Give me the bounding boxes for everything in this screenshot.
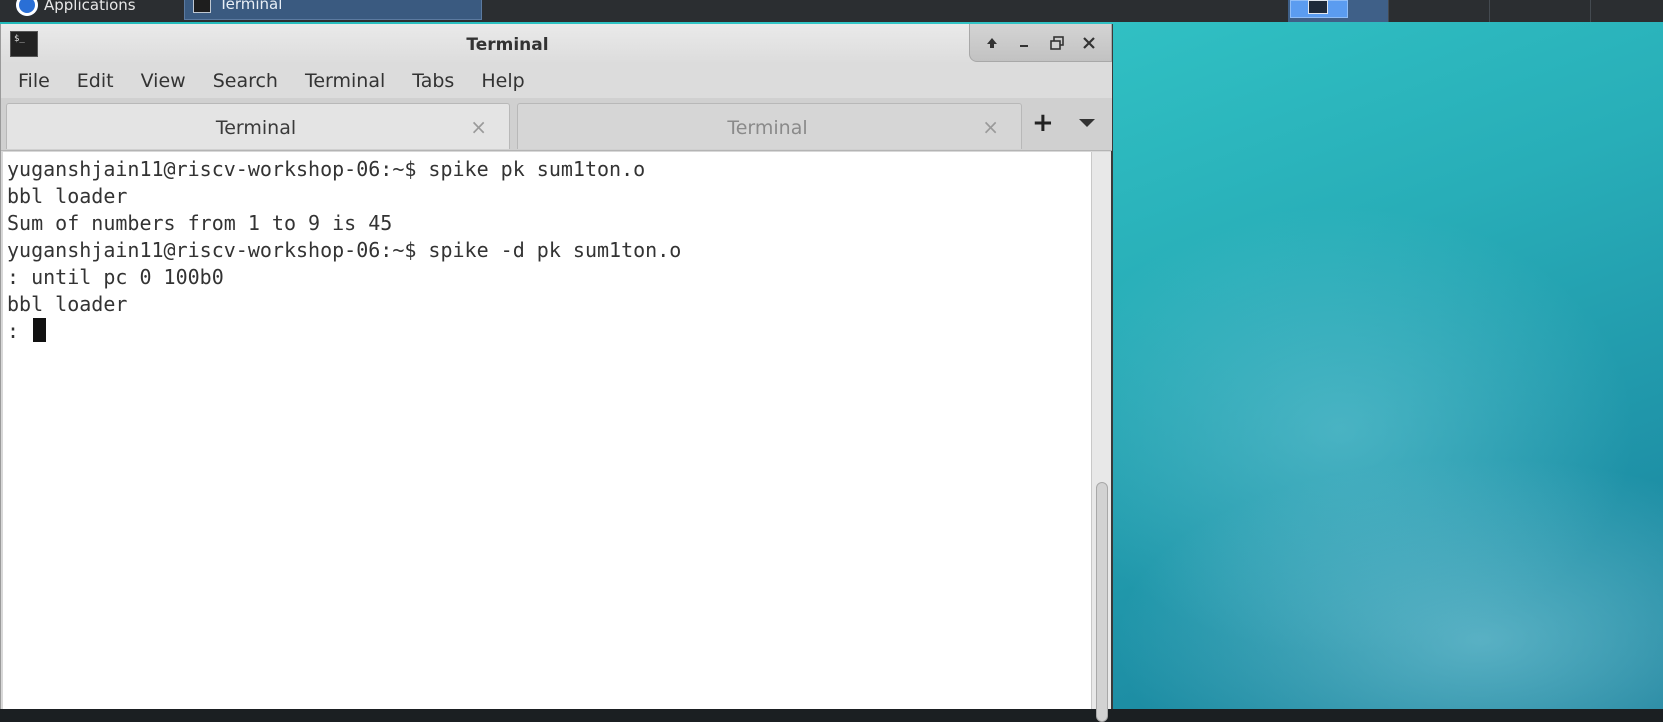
terminal-line: yuganshjain11@riscv-workshop-06:~$ spike… xyxy=(7,157,646,181)
window-title: Terminal xyxy=(466,35,549,55)
menu-file[interactable]: File xyxy=(1,70,63,92)
terminal-prompt: : xyxy=(7,319,32,343)
terminal-line: : until pc 0 100b0 xyxy=(7,265,224,289)
menubar: File Edit View Search Terminal Tabs Help xyxy=(1,64,1112,98)
tab-label: Terminal xyxy=(727,117,808,139)
close-icon[interactable] xyxy=(1077,31,1101,55)
menu-help[interactable]: Help xyxy=(467,70,537,92)
menu-view[interactable]: View xyxy=(127,70,199,92)
taskbar-terminal-label: Terminal xyxy=(219,0,283,13)
applications-label: Applications xyxy=(44,0,136,14)
maximize-icon[interactable] xyxy=(1045,31,1069,55)
terminal-scrollbar[interactable] xyxy=(1091,152,1111,722)
workspace-window-icon xyxy=(1308,0,1328,14)
terminal-window: $_ Terminal File Edit View Search Termin… xyxy=(0,24,1113,722)
window-titlebar[interactable]: $_ Terminal xyxy=(1,24,1112,64)
top-panel: Applications Terminal xyxy=(0,0,1663,22)
applications-logo-icon xyxy=(16,0,38,16)
new-tab-plus-icon[interactable]: + xyxy=(1032,110,1054,136)
terminal-line: bbl loader xyxy=(7,292,128,316)
terminal-prompt-line: : xyxy=(3,318,1091,345)
menu-edit[interactable]: Edit xyxy=(63,70,127,92)
terminal-line: bbl loader xyxy=(7,184,128,208)
workspace-3[interactable] xyxy=(1490,0,1590,22)
applications-menu-button[interactable]: Applications xyxy=(0,0,136,22)
workspace-2[interactable] xyxy=(1389,0,1489,22)
minimize-icon[interactable] xyxy=(1012,31,1036,55)
tab-terminal-1[interactable]: Terminal × xyxy=(6,103,510,149)
window-controls xyxy=(969,24,1112,62)
tab-terminal-2[interactable]: Terminal × xyxy=(517,103,1022,149)
terminal-line: yuganshjain11@riscv-workshop-06:~$ spike… xyxy=(7,238,682,262)
tab-close-icon[interactable]: × xyxy=(982,115,999,139)
terminal-icon xyxy=(193,0,211,13)
taskbar-terminal-button[interactable]: Terminal xyxy=(184,0,482,20)
terminal-cursor xyxy=(33,318,47,342)
terminal-output[interactable]: yuganshjain11@riscv-workshop-06:~$ spike… xyxy=(3,152,1091,709)
menu-tabs[interactable]: Tabs xyxy=(398,70,467,92)
tab-bar: Terminal × Terminal × + xyxy=(1,98,1112,151)
menu-terminal[interactable]: Terminal xyxy=(291,70,398,92)
scrollbar-thumb[interactable] xyxy=(1096,482,1108,722)
terminal-line: Sum of numbers from 1 to 9 is 45 xyxy=(7,211,393,235)
shade-icon[interactable] xyxy=(980,31,1004,55)
tab-list-dropdown-icon[interactable] xyxy=(1079,119,1095,127)
tab-label: Terminal xyxy=(215,117,297,139)
menu-search[interactable]: Search xyxy=(199,70,291,92)
workspace-4[interactable] xyxy=(1591,0,1663,22)
tab-close-icon[interactable]: × xyxy=(470,115,487,139)
